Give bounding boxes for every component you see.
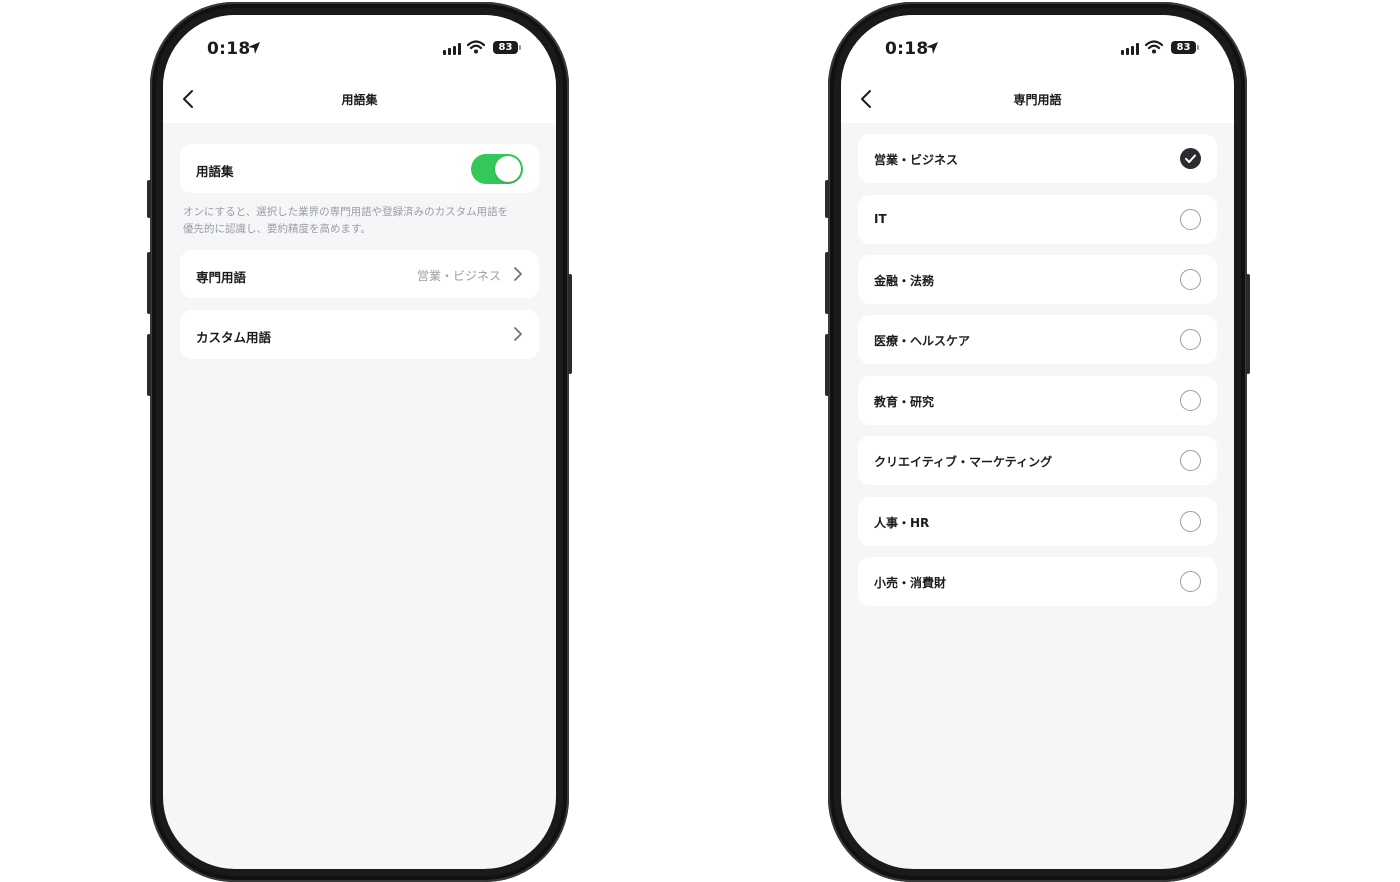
nav-bar: 用語集 <box>163 81 556 117</box>
option-label: クリエイティブ・マーケティング <box>874 455 1053 469</box>
phone-frame-specialized-terms: 0:18 83 専門用語 営業・ビジネス IT 金融・法務 医療・ヘルスケア 教… <box>825 2 1250 882</box>
option-row[interactable]: 医療・ヘルスケア <box>858 315 1217 364</box>
option-label: 営業・ビジネス <box>874 153 959 167</box>
radio-button[interactable] <box>1180 269 1201 290</box>
radio-button[interactable] <box>1180 511 1201 532</box>
specialized-terms-row[interactable]: 専門用語 営業・ビジネス <box>180 250 539 298</box>
location-arrow-icon <box>926 42 938 54</box>
checkmark-icon <box>1185 154 1196 163</box>
specialized-terms-value: 営業・ビジネス <box>416 269 501 283</box>
hint-line-2: 優先的に認識し、要約精度を高めます。 <box>183 223 371 235</box>
action-button <box>147 180 151 218</box>
action-button <box>825 180 829 218</box>
battery-icon: 83 <box>493 41 521 54</box>
glossary-screen: 0:18 83 用語集 用語集 オンにすると、選択した業界の専門用語や登録済みの… <box>163 15 556 869</box>
status-time: 0:18 <box>207 39 251 59</box>
specialized-terms-screen: 0:18 83 専門用語 営業・ビジネス IT 金融・法務 医療・ヘルスケア 教… <box>841 15 1234 869</box>
option-label: 金融・法務 <box>874 274 935 288</box>
status-bar: 0:18 83 <box>841 39 1234 59</box>
chevron-right-icon <box>514 267 522 281</box>
cellular-signal-icon <box>443 43 461 55</box>
power-button <box>568 274 572 374</box>
glossary-toggle-switch[interactable] <box>471 154 523 184</box>
page-title: 用語集 <box>341 93 378 107</box>
option-label: 教育・研究 <box>874 395 935 409</box>
nav-bar: 専門用語 <box>841 81 1234 117</box>
radio-button[interactable] <box>1180 329 1201 350</box>
status-bar: 0:18 83 <box>163 39 556 59</box>
custom-terms-label: カスタム用語 <box>196 330 272 345</box>
power-button <box>1246 274 1250 374</box>
wifi-icon <box>467 40 485 54</box>
option-row[interactable]: 教育・研究 <box>858 376 1217 425</box>
volume-down-button <box>825 334 829 396</box>
option-row[interactable]: 営業・ビジネス <box>858 134 1217 183</box>
glossary-toggle-row: 用語集 <box>180 144 539 193</box>
status-time: 0:18 <box>885 39 929 59</box>
option-label: IT <box>874 212 887 226</box>
specialized-terms-label: 専門用語 <box>196 270 247 285</box>
phone-frame-glossary: 0:18 83 用語集 用語集 オンにすると、選択した業界の専門用語や登録済みの… <box>147 2 572 882</box>
option-row[interactable]: 小売・消費財 <box>858 557 1217 606</box>
custom-terms-row[interactable]: カスタム用語 <box>180 310 539 359</box>
option-row[interactable]: 金融・法務 <box>858 255 1217 304</box>
option-label: 人事・HR <box>874 516 930 530</box>
hint-line-1: オンにすると、選択した業界の専門用語や登録済みのカスタム用語を <box>183 206 509 218</box>
cellular-signal-icon <box>1121 43 1139 55</box>
option-row[interactable]: クリエイティブ・マーケティング <box>858 436 1217 485</box>
volume-up-button <box>147 252 151 314</box>
location-arrow-icon <box>248 42 260 54</box>
option-label: 小売・消費財 <box>874 576 947 590</box>
radio-button[interactable] <box>1180 148 1201 169</box>
wifi-icon <box>1145 40 1163 54</box>
radio-button[interactable] <box>1180 390 1201 411</box>
toggle-knob <box>495 156 521 182</box>
volume-up-button <box>825 252 829 314</box>
glossary-toggle-label: 用語集 <box>196 164 234 179</box>
option-row[interactable]: IT <box>858 195 1217 244</box>
volume-down-button <box>147 334 151 396</box>
radio-button[interactable] <box>1180 450 1201 471</box>
chevron-right-icon <box>514 327 522 341</box>
radio-button[interactable] <box>1180 209 1201 230</box>
battery-icon: 83 <box>1171 41 1199 54</box>
option-row[interactable]: 人事・HR <box>858 497 1217 546</box>
option-label: 医療・ヘルスケア <box>874 334 971 348</box>
radio-button[interactable] <box>1180 571 1201 592</box>
glossary-hint-text: オンにすると、選択した業界の専門用語や登録済みのカスタム用語を 優先的に認識し、… <box>183 204 533 238</box>
page-title: 専門用語 <box>1013 93 1062 107</box>
